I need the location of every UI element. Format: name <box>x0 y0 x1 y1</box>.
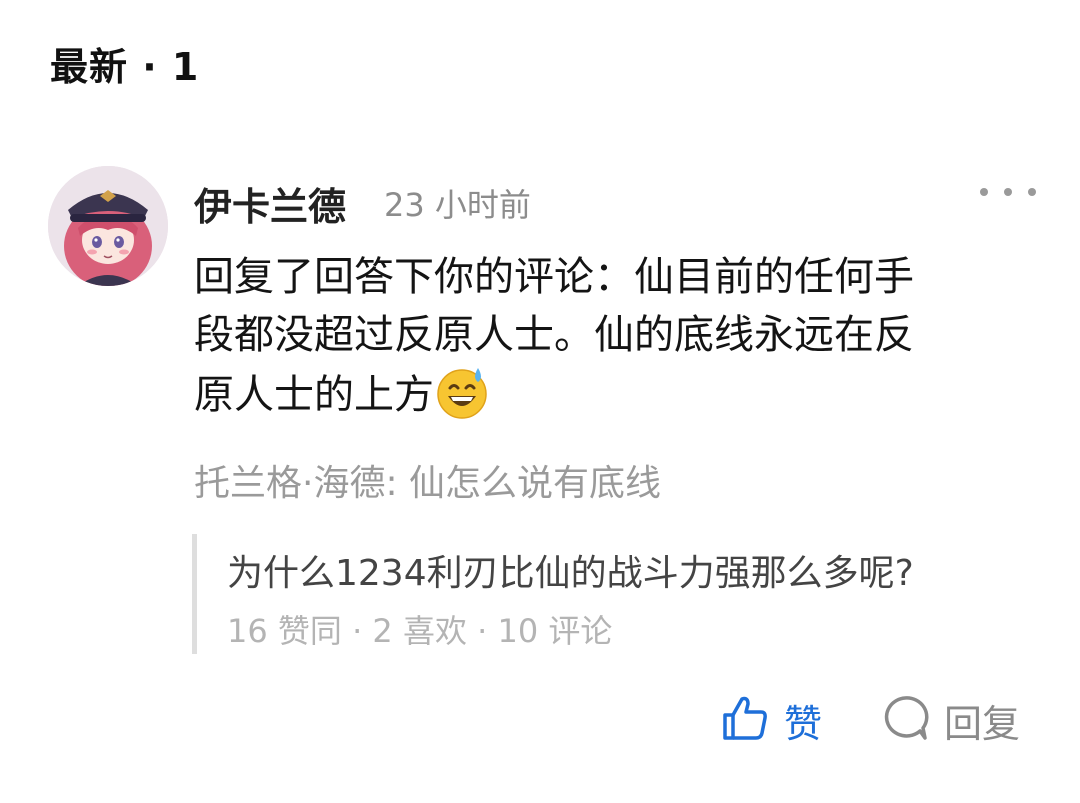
like-label: 赞 <box>784 701 823 746</box>
avatar-image <box>48 166 168 286</box>
username[interactable]: 伊卡兰德 <box>194 176 346 231</box>
comment-body-line: 回复了回答下你的评论：仙目前的任何手 <box>194 254 914 300</box>
quoted-question-card[interactable]: 为什么1234利刃比仙的战斗力强那么多呢? 16 赞同 · 2 喜欢 · 10 … <box>192 534 1037 654</box>
more-dot-icon <box>1028 188 1036 196</box>
timestamp: 23 小时前 <box>384 186 531 224</box>
like-button[interactable]: 赞 <box>720 690 822 750</box>
more-options-button[interactable] <box>980 172 1036 212</box>
more-dot-icon <box>980 188 988 196</box>
comment-body-line: 原人士的上方 <box>194 364 1024 424</box>
quoted-question-stats: 16 赞同 · 2 喜欢 · 10 评论 <box>227 612 613 650</box>
comment-body-line: 段都没超过反原人士。仙的底线永远在反 <box>194 312 914 358</box>
speech-bubble-icon <box>880 693 930 747</box>
comment-body: 回复了回答下你的评论：仙目前的任何手 段都没超过反原人士。仙的底线永远在反 原人… <box>194 248 1024 424</box>
reply-button[interactable]: 回复 <box>880 690 1020 750</box>
reply-reference[interactable]: 托兰格·海德: 仙怎么说有底线 <box>194 454 661 506</box>
section-title: 最新 · 1 <box>50 45 200 89</box>
comment-body-text: 原人士的上方 <box>194 372 434 418</box>
thumbs-up-icon <box>720 693 770 747</box>
quoted-question-title: 为什么1234利刃比仙的战斗力强那么多呢? <box>227 553 914 594</box>
reply-label: 回复 <box>944 701 1021 746</box>
avatar[interactable] <box>48 166 168 286</box>
grinning-sweat-emoji-icon <box>434 364 490 420</box>
more-dot-icon <box>1004 188 1012 196</box>
